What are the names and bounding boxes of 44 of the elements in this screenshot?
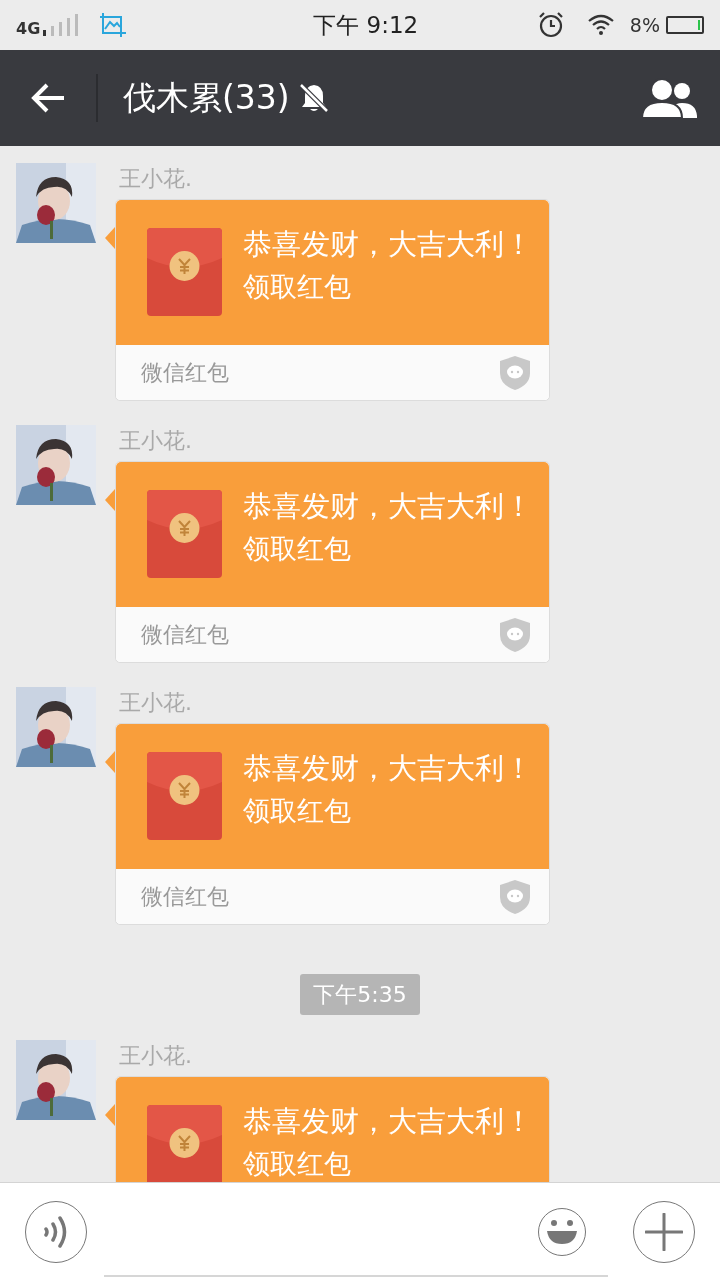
envelope-icon (147, 228, 222, 316)
screenshot-icon (99, 12, 128, 38)
back-arrow-icon (31, 83, 65, 113)
sender-name: 王小花. (119, 166, 193, 192)
wifi-icon (586, 13, 615, 37)
footer-label: 微信红包 (141, 359, 229, 387)
people-icon (642, 78, 698, 118)
battery-icon (666, 16, 704, 34)
battery-percent: 8% (629, 12, 660, 38)
time-label: 下午5:35 (300, 974, 420, 1015)
sender-name: 王小花. (119, 690, 193, 716)
envelope-icon (147, 752, 222, 840)
shield-icon (499, 616, 531, 653)
footer-label: 微信红包 (141, 621, 229, 649)
footer-label: 微信红包 (141, 883, 229, 911)
claim-text: 领取红包 (243, 1149, 352, 1179)
greeting-text: 恭喜发财，大吉大利！ (243, 1105, 533, 1137)
smiley-icon (545, 1218, 579, 1245)
money-packet-card[interactable]: 恭喜发财，大吉大利！ 领取红包 微信红包 (115, 461, 550, 663)
bubble-tail-icon (105, 1104, 115, 1126)
plus-icon (645, 1212, 683, 1251)
envelope-icon (147, 1105, 222, 1182)
sender-name: 王小花. (119, 428, 193, 454)
clock-time: 下午 9:12 (313, 10, 419, 40)
claim-text: 领取红包 (243, 796, 352, 826)
envelope-icon (147, 490, 222, 578)
money-packet-card[interactable]: 恭喜发财，大吉大利！ 领取红包 (115, 1076, 550, 1182)
signal-icon (43, 14, 80, 36)
bubble-tail-icon (105, 751, 115, 773)
greeting-text: 恭喜发财，大吉大利！ (243, 752, 533, 784)
money-packet-card[interactable]: 恭喜发财，大吉大利！ 领取红包 微信红包 (115, 723, 550, 925)
shield-icon (499, 878, 531, 915)
sender-name: 王小花. (119, 1043, 193, 1069)
chat-title: 伐木累(33) (123, 77, 290, 120)
bubble-tail-icon (105, 489, 115, 511)
greeting-text: 恭喜发财，大吉大利！ (243, 228, 533, 260)
voice-icon (43, 1215, 69, 1248)
greeting-text: 恭喜发财，大吉大利！ (243, 490, 533, 522)
claim-text: 领取红包 (243, 534, 352, 564)
claim-text: 领取红包 (243, 272, 352, 302)
network-label: 4G (16, 18, 41, 40)
money-packet-card[interactable]: 恭喜发财，大吉大利！ 领取红包 微信红包 (115, 199, 550, 401)
shield-icon (499, 354, 531, 391)
bubble-tail-icon (105, 227, 115, 249)
